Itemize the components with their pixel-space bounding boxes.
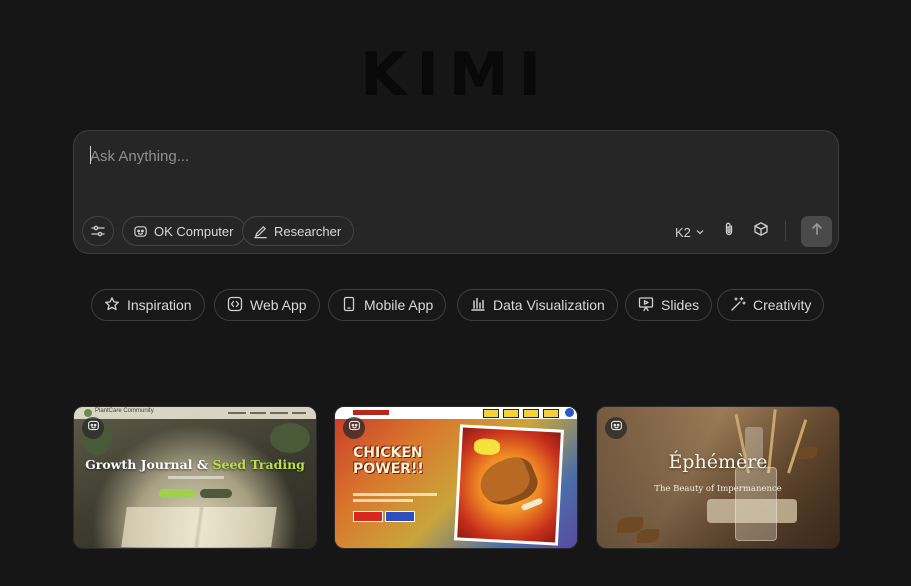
- showcase-card-chicken-power[interactable]: CHICKEN POWER!!: [334, 406, 578, 549]
- text-caret: [90, 146, 91, 164]
- card-title: Growth Journal & Seed Trading: [74, 457, 316, 472]
- chip-label: Data Visualization: [493, 297, 605, 313]
- nav-link: [228, 412, 246, 414]
- robot-badge: [82, 417, 104, 439]
- star-icon: [104, 296, 120, 315]
- card-text-line: [353, 499, 413, 502]
- chevron-down-icon: [695, 225, 705, 240]
- model-select[interactable]: K2: [675, 223, 705, 241]
- ok-computer-button[interactable]: OK Computer: [122, 216, 247, 246]
- card-title-main: Growth Journal &: [85, 457, 213, 472]
- cube-icon: [753, 221, 769, 242]
- dried-leaf: [637, 529, 659, 543]
- researcher-label: Researcher: [274, 223, 342, 239]
- plant-decoration: [270, 423, 310, 453]
- nav-link: [543, 409, 559, 418]
- chip-label: Mobile App: [364, 297, 434, 313]
- ask-input[interactable]: [90, 143, 790, 169]
- kimi-logo: KIMI: [360, 40, 551, 110]
- drumstick-bone: [520, 497, 544, 512]
- prompt-composer: OK Computer Researcher K2: [73, 130, 839, 254]
- nav-link: [503, 409, 519, 418]
- card-title-accent: Seed Trading: [212, 457, 305, 472]
- card-headline: CHICKEN POWER!!: [353, 445, 424, 477]
- showcase-card-growth-journal[interactable]: PlantCare Community Growth Journal & See…: [73, 406, 317, 549]
- chip-creativity[interactable]: Creativity: [717, 289, 825, 321]
- arrow-up-icon: [810, 222, 824, 241]
- pow-burst: [473, 438, 501, 456]
- model-label: K2: [675, 224, 691, 240]
- magic-wand-icon: [730, 296, 746, 315]
- chip-label: Slides: [661, 297, 700, 313]
- toolbar-divider: [785, 221, 786, 241]
- card-text-line: [353, 493, 437, 496]
- chip-mobile-app[interactable]: Mobile App: [328, 289, 447, 321]
- chip-inspiration[interactable]: Inspiration: [91, 289, 205, 321]
- settings-toggle-button[interactable]: [82, 216, 114, 246]
- chip-web-app[interactable]: Web App: [214, 289, 320, 321]
- nav-link: [523, 409, 539, 418]
- card-title: Éphémère: [668, 451, 768, 473]
- chip-data-visualization[interactable]: Data Visualization: [457, 289, 618, 321]
- card-primary-button: [159, 489, 195, 498]
- researcher-button[interactable]: Researcher: [242, 216, 355, 246]
- paperclip-icon: [721, 221, 737, 242]
- card-nav-bar: [335, 407, 577, 419]
- card-nav-bar: PlantCare Community: [74, 407, 316, 419]
- code-icon: [227, 296, 243, 315]
- card-brand-mark: [353, 410, 389, 415]
- attach-button[interactable]: [720, 222, 738, 240]
- nav-link: [483, 409, 499, 418]
- comic-panel-image: [454, 424, 564, 546]
- nav-link: [250, 412, 266, 414]
- cube-button[interactable]: [752, 221, 770, 242]
- robot-badge: [605, 417, 627, 439]
- card-nav-brand: PlantCare Community: [95, 408, 154, 414]
- open-book-image: [121, 507, 277, 547]
- nav-avatar: [565, 408, 574, 417]
- chip-label: Web App: [250, 297, 307, 313]
- chip-slides[interactable]: Slides: [625, 289, 713, 321]
- perfume-bottle: [735, 467, 777, 541]
- chip-label: Creativity: [753, 297, 812, 313]
- robot-icon: [610, 419, 623, 437]
- presentation-icon: [638, 296, 654, 315]
- card-subtitle: The Beauty of Impermanence: [654, 484, 782, 494]
- ok-computer-label: OK Computer: [154, 223, 234, 239]
- robot-icon: [348, 419, 361, 437]
- showcase-card-ephemere[interactable]: Éphémère The Beauty of Impermanence: [596, 406, 840, 549]
- robot-icon: [133, 224, 148, 239]
- robot-badge: [343, 417, 365, 439]
- nav-link: [270, 412, 288, 414]
- phone-icon: [341, 296, 357, 315]
- card-secondary-button: [200, 489, 232, 498]
- bar-chart-icon: [470, 296, 486, 315]
- leaf-icon: [84, 409, 92, 417]
- chip-label: Inspiration: [127, 297, 192, 313]
- nav-link: [292, 412, 306, 414]
- robot-icon: [87, 419, 100, 437]
- send-button[interactable]: [801, 216, 832, 247]
- pen-search-icon: [253, 224, 268, 239]
- sliders-icon: [90, 223, 106, 239]
- card-secondary-button: [385, 511, 415, 522]
- card-primary-button: [353, 511, 383, 522]
- card-subtitle-line: [168, 476, 224, 479]
